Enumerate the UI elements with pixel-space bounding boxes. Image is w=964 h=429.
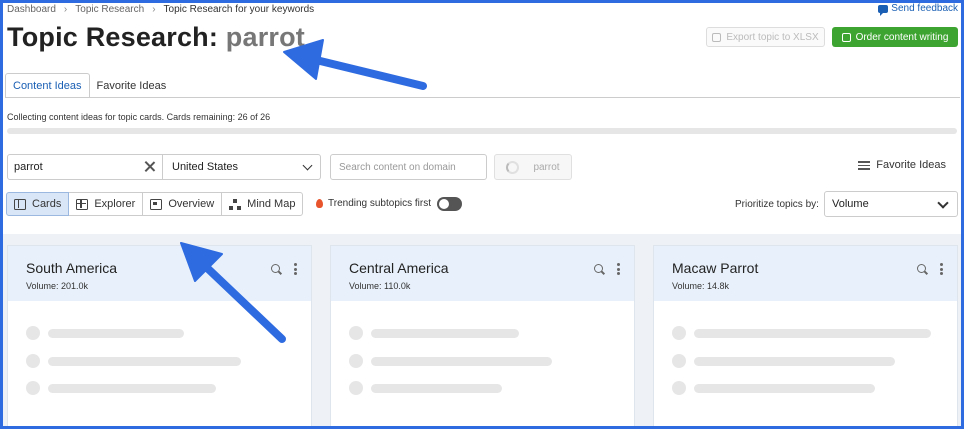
- topic-card-title: South America: [26, 260, 118, 276]
- search-icon[interactable]: [271, 263, 282, 275]
- send-feedback-link[interactable]: Send feedback: [878, 3, 958, 16]
- prioritize-label: Prioritize topics by:: [735, 199, 819, 210]
- more-vertical-icon[interactable]: [294, 263, 297, 275]
- collection-progress-bar: [7, 128, 957, 134]
- prioritize-select-value: Volume: [832, 198, 869, 210]
- list-icon: [858, 160, 871, 170]
- trending-subtopics-option: Trending subtopics first: [316, 198, 431, 209]
- export-icon: [712, 32, 722, 42]
- topic-card-title: Macaw Parrot: [672, 260, 759, 276]
- topic-card-volume: Volume: 14.8k: [672, 281, 730, 291]
- tab-favorite-ideas[interactable]: Favorite Ideas: [90, 73, 174, 98]
- breadcrumb-dashboard[interactable]: Dashboard: [7, 4, 56, 15]
- skeleton-row: [672, 354, 895, 368]
- topic-card-title: Central America: [349, 260, 449, 276]
- trending-subtopics-toggle[interactable]: [437, 197, 462, 211]
- view-cards-button[interactable]: Cards: [6, 192, 70, 216]
- search-icon[interactable]: [594, 263, 605, 275]
- skeleton-row: [672, 326, 931, 340]
- send-feedback-label: Send feedback: [891, 3, 958, 14]
- view-explorer-label: Explorer: [94, 198, 136, 210]
- topic-card-actions: [917, 263, 943, 275]
- page-title-keyword: parrot: [225, 22, 305, 52]
- close-icon[interactable]: [143, 160, 156, 173]
- skeleton-row: [349, 354, 552, 368]
- topic-card-volume: Volume: 201.0k: [26, 281, 89, 291]
- breadcrumb-current: Topic Research for your keywords: [163, 4, 315, 15]
- skeleton-row: [26, 326, 184, 340]
- page-title: Topic Research: parrot: [7, 22, 305, 53]
- view-mindmap-label: Mind Map: [247, 198, 296, 210]
- keyword-search-input[interactable]: [14, 161, 134, 173]
- overview-icon: [150, 198, 163, 210]
- search-icon[interactable]: [917, 263, 928, 275]
- domain-search-input[interactable]: [330, 154, 487, 180]
- trending-subtopics-label: Trending subtopics first: [328, 198, 432, 209]
- view-cards-label: Cards: [32, 198, 62, 210]
- skeleton-row: [672, 381, 875, 395]
- topic-card-actions: [271, 263, 297, 275]
- chevron-down-icon: [937, 197, 949, 209]
- view-explorer-button[interactable]: Explorer: [68, 192, 144, 216]
- keyword-search-field[interactable]: [7, 154, 163, 180]
- order-content-label: Order content writing: [855, 31, 949, 43]
- domain-search-button[interactable]: parrot: [494, 154, 572, 180]
- export-xlsx-button[interactable]: Export topic to XLSX: [706, 27, 825, 47]
- prioritize-select[interactable]: Volume: [824, 191, 958, 217]
- country-select[interactable]: United States: [163, 154, 321, 180]
- tab-content-ideas[interactable]: Content Ideas: [5, 73, 90, 98]
- speech-bubble-icon: [878, 4, 889, 16]
- skeleton-row: [26, 381, 216, 395]
- view-overview-label: Overview: [168, 198, 215, 210]
- skeleton-row: [349, 326, 519, 340]
- view-overview-button[interactable]: Overview: [142, 192, 223, 216]
- page-title-prefix: Topic Research:: [7, 22, 219, 52]
- tab-bar: Content Ideas Favorite Ideas: [5, 73, 173, 98]
- topic-card[interactable]: South America Volume: 201.0k: [7, 245, 312, 429]
- skeleton-row: [26, 354, 241, 368]
- skeleton-row: [349, 381, 502, 395]
- view-switcher: Cards Explorer Overview Mind Map: [6, 192, 304, 216]
- breadcrumb: Dashboard › Topic Research › Topic Resea…: [7, 4, 314, 15]
- more-vertical-icon[interactable]: [940, 263, 943, 275]
- tab-divider: [5, 97, 960, 98]
- mind-map-icon: [229, 198, 242, 210]
- loading-spinner-icon: [506, 160, 520, 174]
- topic-card-header: South America Volume: 201.0k: [8, 246, 311, 301]
- order-content-button[interactable]: Order content writing: [832, 27, 958, 47]
- country-select-value: United States: [172, 161, 239, 173]
- chevron-down-icon: [302, 160, 313, 171]
- collection-status: Collecting content ideas for topic cards…: [7, 112, 271, 122]
- topic-card-header: Macaw Parrot Volume: 14.8k: [654, 246, 957, 301]
- edit-icon: [841, 32, 851, 42]
- favorite-ideas-link[interactable]: Favorite Ideas: [858, 159, 946, 171]
- table-icon: [76, 198, 89, 210]
- topic-card[interactable]: Macaw Parrot Volume: 14.8k: [653, 245, 958, 429]
- topic-card-header: Central America Volume: 110.0k: [331, 246, 634, 301]
- cards-icon: [14, 198, 26, 210]
- export-xlsx-label: Export topic to XLSX: [726, 31, 819, 43]
- more-vertical-icon[interactable]: [617, 263, 620, 275]
- topic-card-volume: Volume: 110.0k: [349, 281, 411, 291]
- domain-search-button-label: parrot: [533, 161, 560, 173]
- flame-icon: [316, 199, 323, 208]
- breadcrumb-topic-research[interactable]: Topic Research: [75, 4, 144, 15]
- chevron-right-icon: ›: [63, 4, 68, 15]
- topic-card[interactable]: Central America Volume: 110.0k: [330, 245, 635, 429]
- topic-card-actions: [594, 263, 620, 275]
- view-mindmap-button[interactable]: Mind Map: [221, 192, 304, 216]
- favorite-ideas-label: Favorite Ideas: [876, 159, 946, 171]
- chevron-right-icon: ›: [152, 4, 156, 15]
